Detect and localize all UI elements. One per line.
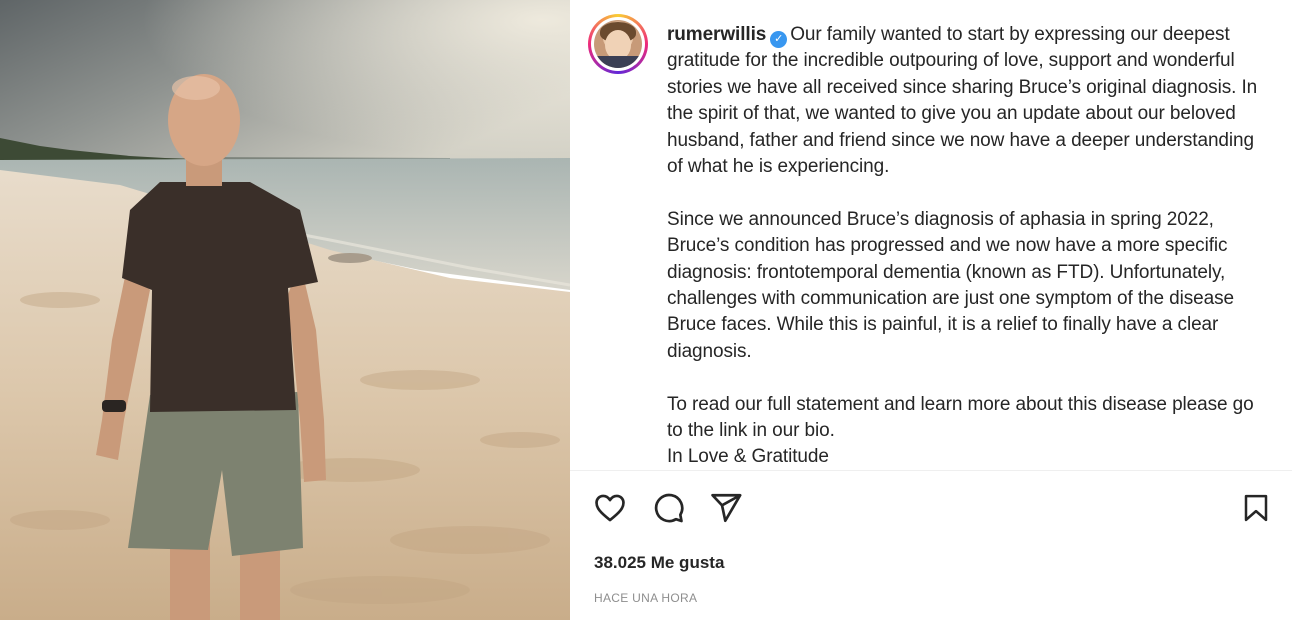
caption-closing-line: To read our full statement and learn mor… xyxy=(667,393,1254,442)
post-photo[interactable] xyxy=(0,0,570,620)
divider xyxy=(570,470,1292,471)
heart-icon xyxy=(595,494,625,522)
bookmark-icon xyxy=(1244,494,1268,522)
caption-area: rumerwillis ✓ Our family wanted to start b… xyxy=(588,14,1278,469)
likes-count[interactable]: 38.025 Me gusta xyxy=(594,553,724,573)
post-side-panel: rumerwillis ✓ Our family wanted to start b… xyxy=(570,0,1292,620)
caption-text: Our family wanted to start by expressing… xyxy=(667,24,1258,178)
comment-button[interactable] xyxy=(650,490,686,526)
username-link[interactable]: rumerwillis xyxy=(667,24,766,45)
like-button[interactable] xyxy=(592,490,628,526)
verified-badge-icon: ✓ xyxy=(770,31,788,48)
share-icon xyxy=(711,493,742,523)
instagram-post: rumerwillis ✓ Our family wanted to start b… xyxy=(0,0,1292,620)
comment-icon xyxy=(654,493,684,523)
avatar-image xyxy=(594,20,642,68)
caption-signoff: In Love & Gratitude xyxy=(667,446,829,468)
post-timestamp[interactable]: HACE UNA HORA xyxy=(594,591,697,605)
share-button[interactable] xyxy=(708,490,744,526)
beach-photo xyxy=(0,0,570,620)
post-caption: rumerwillis ✓ Our family wanted to start b… xyxy=(667,22,1267,471)
action-bar xyxy=(592,490,744,526)
save-button[interactable] xyxy=(1238,490,1274,526)
caption-paragraph: Since we announced Bruce’s diagnosis of … xyxy=(667,208,1234,362)
avatar[interactable] xyxy=(588,14,648,74)
